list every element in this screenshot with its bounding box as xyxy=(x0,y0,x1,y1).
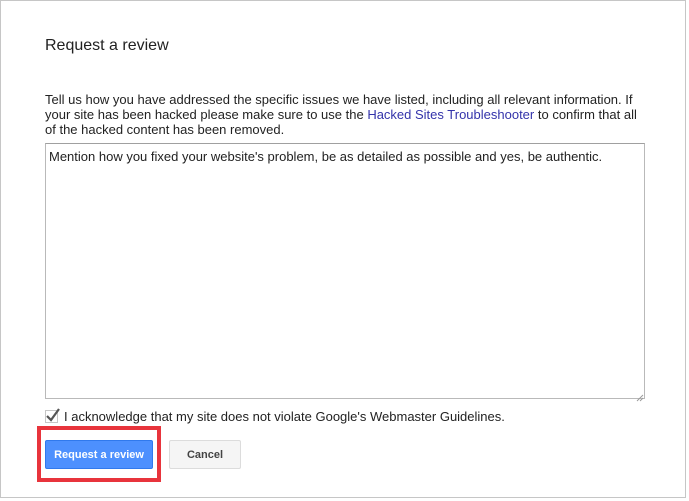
highlight-annotation xyxy=(37,426,161,482)
dialog-description: Tell us how you have addressed the speci… xyxy=(45,92,649,137)
resize-grip-icon[interactable] xyxy=(635,389,644,402)
acknowledge-checkbox[interactable] xyxy=(45,407,60,423)
checkmark-icon xyxy=(46,407,60,422)
hacked-sites-troubleshooter-link[interactable]: Hacked Sites Troubleshooter xyxy=(367,107,534,122)
dialog-title: Request a review xyxy=(45,37,169,54)
request-review-dialog: Request a review Tell us how you have ad… xyxy=(0,0,686,498)
cancel-button[interactable]: Cancel xyxy=(169,440,241,469)
acknowledge-row: I acknowledge that my site does not viol… xyxy=(45,406,505,426)
review-details-textarea[interactable]: Mention how you fixed your website's pro… xyxy=(45,143,645,399)
acknowledge-label: I acknowledge that my site does not viol… xyxy=(64,408,505,424)
